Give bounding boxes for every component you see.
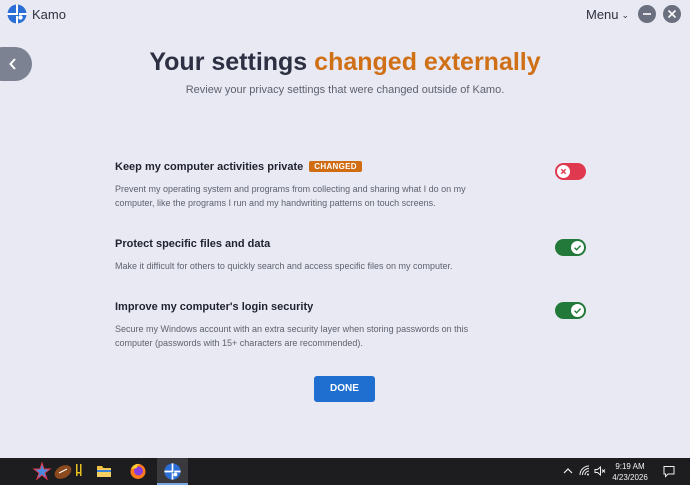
chevron-down-icon: ⌄: [621, 10, 630, 20]
file-explorer-icon[interactable]: [91, 458, 117, 485]
kamo-logo-icon: [7, 4, 27, 24]
setting-login-security: Improve my computer's login security Sec…: [115, 301, 595, 350]
app-window: Kamo Menu ⌄ Your settings changed externa…: [0, 0, 690, 458]
volume-muted-icon[interactable]: [593, 464, 607, 478]
chevron-up-icon[interactable]: [561, 464, 575, 478]
setting-title: Improve my computer's login security: [115, 301, 314, 313]
setting-activities-private: Keep my computer activities private CHANG…: [115, 161, 595, 210]
setting-protect-files: Protect specific files and data Make it …: [115, 238, 595, 273]
toggle-knob: [571, 304, 584, 317]
menu-label: Menu: [586, 7, 619, 22]
x-icon: [560, 168, 567, 175]
toggle-knob: [557, 165, 570, 178]
clock-time: 9:19 AM: [615, 462, 645, 471]
check-icon: [574, 245, 582, 251]
toggle-login-security[interactable]: [555, 302, 586, 319]
toggle-protect-files[interactable]: [555, 239, 586, 256]
firefox-icon[interactable]: [125, 458, 151, 485]
system-clock[interactable]: 9:19 AM 4/23/2026: [607, 461, 653, 483]
page-subtitle: Review your privacy settings that were c…: [185, 84, 505, 96]
changed-badge: CHANGED: [309, 161, 362, 172]
setting-description: Secure my Windows account with an extra …: [115, 324, 469, 348]
setting-description: Make it difficult for others to quickly …: [115, 261, 453, 271]
menu-button[interactable]: Menu ⌄: [586, 7, 629, 22]
taskbar: 9:19 AM 4/23/2026: [0, 458, 690, 485]
setting-description: Prevent my operating system and programs…: [115, 184, 466, 208]
wifi-icon[interactable]: [578, 464, 592, 478]
kamo-icon: [164, 463, 181, 480]
close-button[interactable]: [663, 5, 681, 23]
page-title: Your settings changed externally: [0, 48, 690, 77]
clock-date: 4/23/2026: [612, 473, 648, 482]
page-title-main: Your settings: [149, 48, 315, 76]
toggle-activities-private[interactable]: [555, 163, 586, 180]
setting-title: Keep my computer activities private: [115, 161, 304, 173]
setting-title-row: Keep my computer activities private CHANG…: [115, 161, 595, 173]
notification-icon[interactable]: [662, 464, 676, 478]
toggle-knob: [571, 241, 584, 254]
done-button[interactable]: DONE: [314, 376, 375, 402]
app-title: Kamo: [32, 7, 66, 22]
kamo-taskbar-button[interactable]: [157, 458, 188, 485]
check-icon: [574, 308, 582, 314]
title-bar: Kamo Menu ⌄: [0, 0, 690, 30]
close-icon: [667, 9, 677, 19]
games-icon[interactable]: [30, 458, 84, 485]
page-title-accent: changed externally: [314, 48, 541, 76]
setting-title: Protect specific files and data: [115, 238, 271, 250]
minimize-icon: [643, 13, 651, 15]
minimize-button[interactable]: [638, 5, 656, 23]
